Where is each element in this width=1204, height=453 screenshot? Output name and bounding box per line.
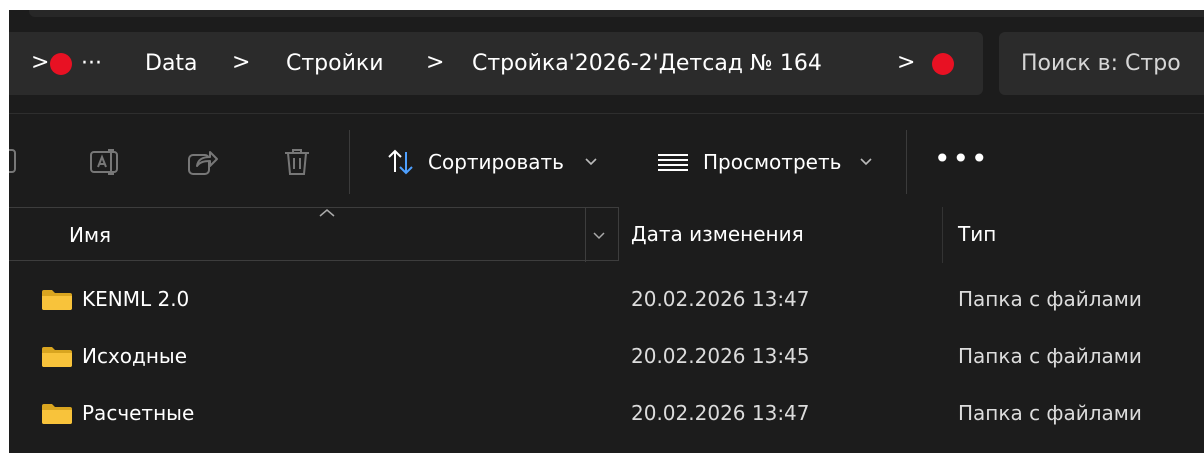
search-input[interactable]: Поиск в: Стро <box>999 32 1204 95</box>
view-list-icon[interactable] <box>656 146 690 182</box>
breadcrumb-data[interactable]: Data <box>145 32 198 95</box>
breadcrumb-more-button[interactable]: ··· <box>81 32 102 95</box>
more-options-button[interactable]: ••• <box>934 145 990 178</box>
column-header-name-label: Имя <box>69 223 112 247</box>
folder-icon <box>41 403 73 429</box>
breadcrumb-separator[interactable]: > <box>232 32 250 95</box>
copy-icon[interactable] <box>9 144 21 180</box>
column-divider[interactable] <box>942 207 943 263</box>
file-name: Расчетные <box>82 401 195 425</box>
breadcrumb-current-folder[interactable]: Стройка'2026-2'Детсад № 164 <box>472 32 822 95</box>
file-date: 20.02.2026 13:47 <box>631 287 810 311</box>
breadcrumb-stroyki[interactable]: Стройки <box>286 32 384 95</box>
file-type: Папка с файлами <box>958 287 1142 311</box>
list-item[interactable]: Расчетные 20.02.2026 13:47 Папка с файла… <box>9 385 1204 441</box>
chevron-down-icon[interactable] <box>859 146 873 182</box>
column-header-date[interactable]: Дата изменения <box>631 222 804 246</box>
share-icon[interactable] <box>186 146 220 182</box>
chevron-down-icon[interactable] <box>584 146 598 182</box>
file-name: KENML 2.0 <box>82 287 190 311</box>
status-dot-icon <box>50 53 72 75</box>
toolbar-separator <box>349 130 350 194</box>
sort-icon[interactable] <box>386 146 416 182</box>
breadcrumb-separator[interactable]: > <box>897 32 915 95</box>
list-item[interactable]: KENML 2.0 20.02.2026 13:47 Папка с файла… <box>9 271 1204 327</box>
folder-icon <box>41 346 73 372</box>
address-bar[interactable]: > ··· Data > Стройки > Стройка'2026-2'Де… <box>9 32 983 95</box>
folder-icon <box>41 289 73 315</box>
column-header-name[interactable]: Имя <box>9 204 619 262</box>
column-header-type[interactable]: Тип <box>958 222 996 246</box>
list-item[interactable]: Исходные 20.02.2026 13:45 Папка с файлам… <box>9 328 1204 384</box>
chevron-down-icon[interactable] <box>592 228 606 247</box>
file-name: Исходные <box>82 344 188 368</box>
file-type: Папка с файлами <box>958 344 1142 368</box>
column-header-divider <box>585 208 586 262</box>
toolbar-divider <box>9 113 1204 114</box>
file-explorer-window: > ··· Data > Стройки > Стройка'2026-2'Де… <box>9 10 1204 453</box>
view-button[interactable]: Просмотреть <box>703 146 841 178</box>
file-type: Папка с файлами <box>958 401 1142 425</box>
breadcrumb-separator[interactable]: > <box>426 32 444 95</box>
rename-icon[interactable] <box>89 146 123 182</box>
title-strip <box>29 10 1204 17</box>
toolbar-separator <box>906 130 907 194</box>
breadcrumb-separator: > <box>31 50 50 75</box>
status-dot-icon <box>932 53 954 75</box>
file-date: 20.02.2026 13:47 <box>631 401 810 425</box>
sort-button[interactable]: Сортировать <box>428 146 564 178</box>
file-date: 20.02.2026 13:45 <box>631 344 810 368</box>
trash-icon[interactable] <box>282 146 312 182</box>
search-placeholder: Поиск в: Стро <box>1021 51 1181 76</box>
sort-ascending-icon <box>318 204 336 223</box>
column-header-row: Имя Дата изменения Тип <box>9 207 1204 263</box>
